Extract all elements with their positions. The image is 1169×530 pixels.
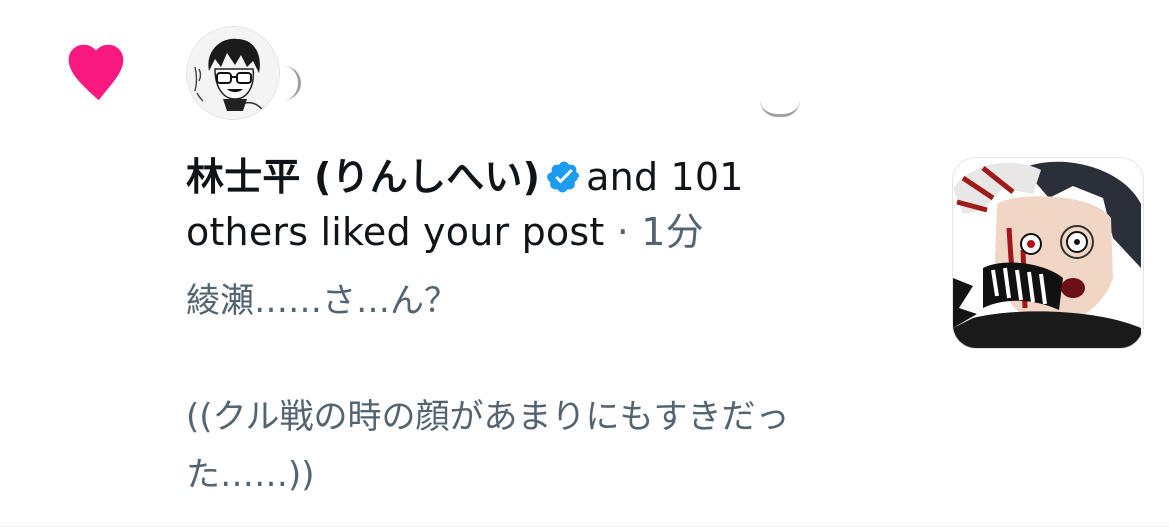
notification-headline: 林士平 (りんしへい) and 101 others liked your po… xyxy=(186,150,826,260)
separator-dot: · xyxy=(616,210,630,254)
divider xyxy=(0,526,1169,527)
like-notification[interactable]: 林士平 (りんしへい) and 101 others liked your po… xyxy=(0,0,1169,530)
post-text: 綾瀬……さ…ん？ ((クル戦の時の顔があまりにもすきだった……)) xyxy=(186,281,790,495)
thumbnail-illustration xyxy=(953,158,1143,348)
avatar[interactable] xyxy=(186,26,280,120)
post-thumbnail[interactable] xyxy=(952,157,1144,349)
actor-name[interactable]: 林士平 (りんしへい) xyxy=(186,155,540,199)
partial-avatar-edge xyxy=(760,100,800,117)
heart-icon xyxy=(68,44,124,101)
verified-badge-icon xyxy=(547,161,580,193)
avatar-illustration xyxy=(187,27,279,119)
partial-avatar-edge xyxy=(284,66,301,100)
timestamp: 1分 xyxy=(641,210,704,254)
